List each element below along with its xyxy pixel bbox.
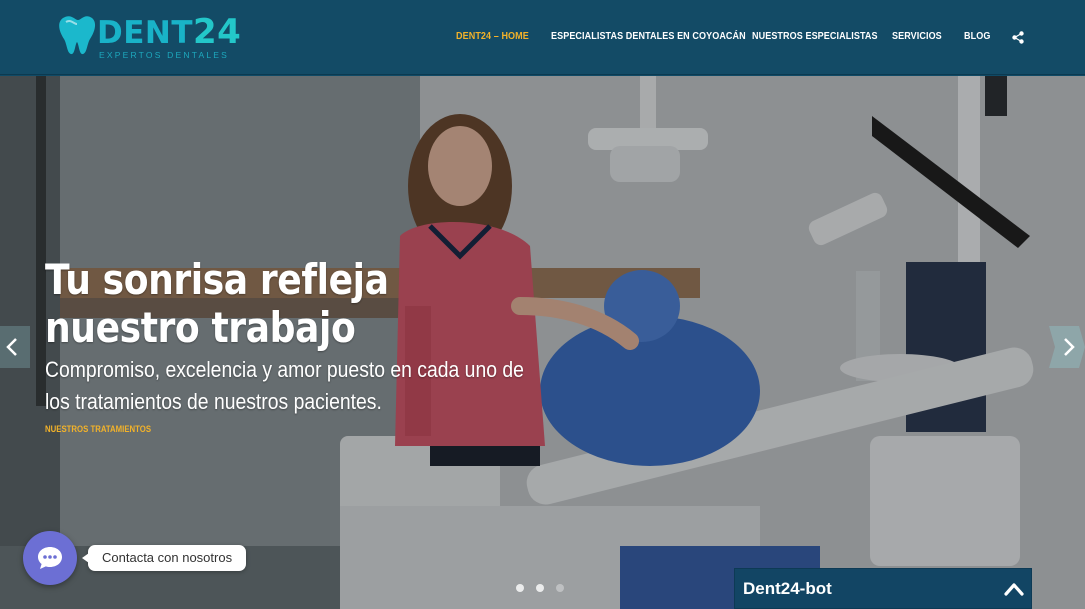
logo[interactable]: DENT24 EXPERTOS DENTALES [57, 12, 247, 60]
slider-dot-1[interactable] [516, 584, 524, 592]
logo-word-24: 24 [193, 12, 242, 52]
site-header: DENT24 EXPERTOS DENTALES DENT24 – HOME E… [0, 0, 1085, 75]
slide-title: Tu sonrisa refleja nuestro trabajo [45, 255, 389, 352]
chevron-left-icon[interactable] [0, 326, 30, 368]
logo-word-dent: DENT [97, 15, 193, 51]
chevron-right-icon[interactable] [1049, 326, 1085, 368]
chatbot-title: Dent24-bot [743, 579, 832, 598]
chat-label[interactable]: Contacta con nosotros [81, 545, 247, 571]
nav-item-servicios[interactable]: SERVICIOS [892, 30, 942, 42]
slider-dot-2[interactable] [536, 584, 544, 592]
slide-cta-link[interactable]: NUESTROS TRATAMIENTOS [45, 424, 151, 435]
nav-item-blog[interactable]: BLOG [964, 30, 990, 42]
nav-item-nuestros-especialistas[interactable]: NUESTROS ESPECIALISTAS [752, 30, 878, 42]
logo-tagline: EXPERTOS DENTALES [99, 50, 229, 60]
logo-wordmark: DENT24 [97, 12, 241, 52]
nav-item-especialistas-coyoacan[interactable]: ESPECIALISTAS DENTALES EN COYOACÁN [551, 30, 746, 42]
share-icon[interactable] [1012, 31, 1024, 44]
chevron-up-icon[interactable] [1004, 582, 1024, 596]
slide-subtitle: Compromiso, excelencia y amor puesto en … [45, 357, 524, 414]
nav-item-home[interactable]: DENT24 – HOME [456, 30, 529, 42]
chatbot-bar[interactable]: Dent24-bot [734, 568, 1032, 609]
chat-button[interactable] [23, 531, 77, 585]
tooth-logo-icon [59, 16, 96, 55]
hero-slider: Tu sonrisa refleja nuestro trabajo Compr… [0, 76, 1085, 609]
slider-dot-3-active[interactable] [556, 584, 564, 592]
chat-bubble-icon [38, 547, 62, 569]
